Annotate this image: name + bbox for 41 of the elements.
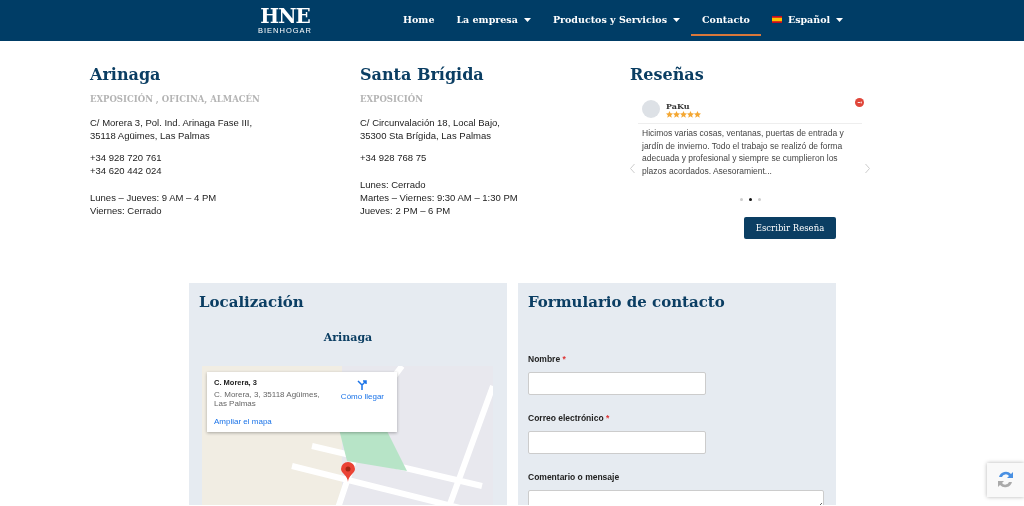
panel-heading: Localización (199, 293, 305, 311)
place-address: C. Morera, 3, 35118 Agüimes, Las Palmas (214, 390, 321, 408)
location-heading: Arinaga (90, 65, 162, 84)
location-info: +34 928 720 761 +34 620 442 024 (90, 151, 163, 177)
carousel-dot[interactable] (748, 198, 752, 201)
nav-link[interactable]: La empresa (445, 0, 542, 41)
location-heading: Santa Brígida (360, 65, 485, 84)
directions-icon (357, 380, 368, 390)
field-label: Comentario o mensaje (528, 472, 621, 482)
nav-link[interactable]: Contacto (691, 5, 761, 36)
location-subtitle: EXPOSICIÓN , OFICINA, ALMACÉN (90, 94, 261, 104)
chevron-left-icon[interactable] (630, 164, 635, 173)
logo-title[interactable]: HNE (260, 6, 310, 26)
location-info: C/ Morera 3, Pol. Ind. Arinaga Fase III, 35118 Agüimes, Las Palmas (90, 116, 254, 142)
nav-link[interactable]: Español (760, 0, 855, 41)
enlarge-map-link[interactable]: Ampliar el mapa (214, 417, 272, 426)
location-info: +34 928 768 75 (360, 151, 428, 164)
nav-link[interactable]: Productos y Servicios (541, 0, 692, 41)
location-info: Lunes: Cerrado Martes – Viernes: 9:30 AM – 1:30 PM Jueves: 2 PM – 6 PM (360, 178, 519, 217)
field-label: Correo electrónico * (528, 413, 611, 423)
recaptcha-icon (987, 463, 1024, 497)
field-label: Nombre * (528, 354, 567, 364)
input-field[interactable] (528, 431, 706, 454)
review-text: Hicimos varias cosas, ventanas, puertas de entrada y jardín de invierno. Todo el trabajo se realizó de forma adecuada y profesional y siempre se cumplieron los plazos acordados. Asesoramient... (641, 127, 845, 178)
avatar-icon (642, 100, 660, 118)
chevron-right-icon[interactable] (865, 164, 870, 173)
reviews-heading: Reseñas (630, 65, 705, 84)
location-info: C/ Circunvalación 18, Local Bajo, 35300 Sta Brígida, Las Palmas (360, 116, 501, 142)
badge-icon (855, 98, 864, 107)
location-info: Lunes – Jueves: 9 AM – 4 PM Viernes: Cerrado (90, 191, 218, 217)
directions-link[interactable]: Cómo llegar (334, 378, 390, 426)
nav-link[interactable]: Home (392, 0, 446, 41)
input-field[interactable] (528, 372, 706, 395)
map-heading: Arinaga (322, 331, 374, 344)
review-author: PaKu (666, 100, 691, 111)
location-subtitle: EXPOSICIÓN (360, 94, 424, 104)
panel-heading: Formulario de contacto (528, 293, 726, 311)
map-pin-icon[interactable] (341, 462, 355, 482)
write-review-button[interactable]: Escribir Reseña (743, 217, 837, 239)
carousel-dot[interactable] (739, 198, 743, 201)
carousel-dot[interactable] (757, 198, 761, 201)
